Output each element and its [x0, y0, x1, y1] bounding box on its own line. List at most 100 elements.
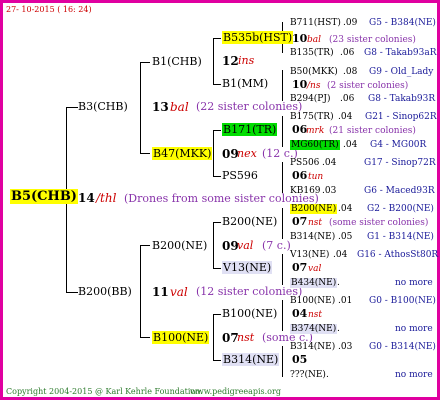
gen4-queen[interactable]: B711(HST) [290, 17, 341, 29]
gen4-lineage: G0 - B100(NE) [369, 296, 436, 306]
gen3-ps596-queen[interactable]: PS596 [222, 170, 258, 182]
tree-line [140, 62, 141, 154]
gen3-b314-queen[interactable]: B314(NE) [222, 353, 280, 366]
tree-line [282, 346, 283, 377]
gen3-v13-queen[interactable]: V13(NE) [222, 261, 273, 274]
gen4-lineage: G8 - Takab93aR [364, 48, 437, 58]
tree-line [140, 245, 150, 246]
gen3-b100ne2-year: 04 [292, 307, 308, 320]
tree-line [213, 130, 221, 131]
gen4-queen[interactable]: V13(NE) [290, 249, 329, 261]
gen1-lower-queen[interactable]: B200(BB) [78, 286, 132, 298]
gen1-lower-year: 11 [152, 285, 169, 299]
gen3-b1mm-queen[interactable]: B1(MM) [222, 78, 268, 90]
gen4-lineage: G9 - Old_Lady [369, 67, 434, 77]
gen4-lineage: no more [395, 370, 433, 380]
gen4-lineage: G21 - Sinop62R [365, 112, 437, 122]
gen4-year: .01 [338, 296, 353, 306]
gen4-queen[interactable]: MG60(TR) [290, 139, 340, 151]
gen3-b171-insemination: mrk [306, 126, 325, 136]
gen2-b47-queen[interactable]: B47(MKK) [152, 147, 213, 160]
gen3-ps596-year: 06 [292, 169, 308, 182]
gen4-year: .03 [322, 186, 337, 196]
gen4-year: .05 [338, 232, 353, 242]
gen3-b535b-queen[interactable]: B535b(HST) [222, 31, 294, 44]
tree-line [282, 162, 283, 193]
gen2-b200ne-insemination: val [237, 239, 254, 252]
tree-line [282, 208, 283, 239]
gen3-b200ne2-note: (some sister colonies) [329, 218, 429, 228]
tree-line [213, 84, 221, 85]
gen2-b100ne-queen[interactable]: B100(NE) [152, 331, 210, 344]
gen3-v13-year: 07 [292, 261, 308, 274]
gen2-b100ne-insemination: nst [237, 331, 255, 344]
tree-line [282, 300, 283, 331]
gen4-queen[interactable]: B434(NE) [290, 277, 338, 289]
gen4-queen[interactable]: ???(NE) [290, 369, 326, 381]
gen4-queen[interactable]: B294(PJ) [290, 93, 330, 105]
gen1-upper-year: 13 [152, 100, 169, 114]
gen3-b535b-year: 12 [222, 54, 239, 68]
gen4-queen[interactable]: PS506 [290, 157, 319, 169]
gen4-lineage: G2 - B200(NE) [367, 204, 434, 214]
tree-line [213, 38, 221, 39]
gen4-year: .06 [340, 48, 355, 58]
gen3-b200ne2-queen[interactable]: B200(NE) [222, 216, 277, 228]
gen4-queen[interactable]: B314(NE) [290, 341, 335, 353]
gen1-upper-note: (22 sister colonies) [196, 100, 303, 113]
gen3-b100ne2-queen[interactable]: B100(NE) [222, 308, 277, 320]
gen4-queen[interactable]: B314(NE) [290, 231, 335, 243]
gen3-b171-queen[interactable]: B171(TR) [222, 123, 278, 136]
copyright-text: Copyright 2004-2015 @ Karl Kehrle Founda… [6, 387, 203, 396]
gen4-queen[interactable]: B175(TR) [290, 111, 334, 123]
site-link[interactable]: www.pedigreeapis.org [190, 386, 281, 398]
root-year: 14 [78, 191, 95, 205]
gen4-lineage: G6 - Maced93R [364, 186, 435, 196]
gen3-b314-year: 05 [292, 353, 308, 366]
gen4-lineage: G17 - Sinop72R [364, 158, 436, 168]
tree-line [213, 314, 214, 361]
gen4-year: .06 [340, 94, 355, 104]
tree-line [140, 62, 150, 63]
gen4-year: .03 [338, 342, 353, 352]
gen4-queen[interactable]: B100(NE) [290, 295, 335, 307]
gen1-lower-insemination: val [170, 285, 188, 299]
gen3-b100ne2-insemination: nst [308, 310, 323, 320]
tree-line [140, 153, 150, 154]
gen4-lineage: G16 - AthosSt80R [357, 250, 439, 260]
gen2-b1chb-queen[interactable]: B1(CHB) [152, 56, 202, 68]
gen4-lineage: G0 - B314(NE) [369, 342, 436, 352]
gen1-upper-queen[interactable]: B3(CHB) [78, 101, 128, 113]
gen4-lineage: G5 - B384(NE) [369, 18, 436, 28]
gen4-year: .04 [343, 140, 358, 150]
gen4-mid-year: 10 [292, 32, 308, 45]
tree-line [66, 107, 78, 108]
gen4-queen[interactable]: B135(TR) [290, 47, 334, 59]
gen4-lineage: G1 - B314(NE) [367, 232, 434, 242]
gen2-b200ne-note: (7 c.) [262, 239, 291, 252]
gen3-ps596-insemination: tun [308, 172, 324, 182]
gen3-b200ne2-year: 07 [292, 215, 308, 228]
gen2-b47-insemination: nex [237, 147, 257, 160]
gen4-queen[interactable]: KB169 [290, 185, 321, 197]
gen4-lineage: G4 - MG00R [370, 140, 427, 150]
gen3-b535b-insemination: ins [238, 54, 255, 67]
tree-line [282, 116, 283, 147]
gen4-lineage: no more [395, 278, 433, 288]
gen4-lineage: G8 - Takab93R [368, 94, 436, 104]
gen4-year: .09 [343, 18, 358, 28]
gen2-b200ne-queen[interactable]: B200(NE) [152, 240, 207, 252]
gen4-year: .04 [338, 112, 353, 122]
gen4-mid-note: (2 sister colonies) [327, 81, 409, 91]
gen4-queen[interactable]: B50(MKK) [290, 66, 338, 78]
gen4-queen[interactable]: B200(NE) [290, 203, 338, 215]
root-queen[interactable]: B5(CHB) [10, 189, 78, 204]
tree-line [213, 268, 221, 269]
gen4-queen[interactable]: B374(NE) [290, 323, 338, 335]
gen4-year: .04 [338, 204, 353, 214]
gen4-year: .04 [322, 158, 337, 168]
gen4-year: .08 [343, 67, 358, 77]
gen4-mid-insemination: bal [307, 35, 322, 45]
date-stamp: 27- 10-2015 ( 16: 24) [6, 5, 92, 14]
gen1-upper-insemination: bal [170, 100, 189, 114]
